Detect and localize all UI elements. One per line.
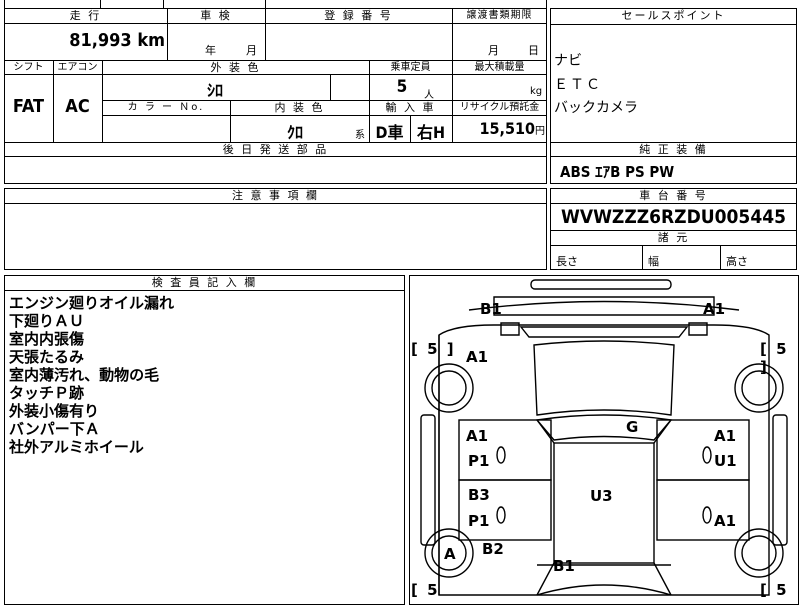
capacity-value: 5	[396, 77, 408, 97]
mark-rear-left-quarter: B2	[482, 540, 504, 558]
left-mirror-icon	[496, 446, 506, 464]
mileage-header: 走 行	[69, 9, 102, 22]
front-bumper-icon	[530, 279, 672, 290]
mark-front-left-door-lower: P1	[468, 452, 490, 470]
inspector-line: バンパー下Ａ	[9, 420, 100, 438]
mark-front-bumper-right: A1	[703, 300, 726, 318]
tire-front-left: [ 5 ]	[411, 340, 456, 358]
mark-front-right-door: A1	[714, 427, 737, 445]
equipment-value: ABS ｴｱB PS PW	[560, 163, 675, 181]
transfer-header: 譲渡書類期限	[466, 10, 533, 21]
interior-color-value: ｸﾛ	[286, 123, 303, 142]
transfer-month-unit: 月	[488, 44, 499, 57]
aircon-header: エアコン	[57, 62, 98, 73]
import-car-steering: 右H	[416, 123, 446, 142]
transfer-day-unit: 日	[528, 44, 539, 57]
max-load-header: 最大積載量	[474, 62, 525, 73]
inspector-line: タッチＰ跡	[9, 384, 85, 402]
front-grille-icon	[493, 296, 715, 316]
hood-icon	[533, 340, 675, 416]
mark-rear-left-wheel: A	[444, 545, 456, 563]
equipment-header: 純 正 装 備	[639, 143, 708, 156]
sales-point-1: ナビ	[554, 53, 582, 69]
chassis-number: WVWZZZ6RZDU005445	[560, 206, 787, 228]
sales-points-header: セールスポイント	[621, 9, 726, 22]
right-mirror-icon	[702, 446, 712, 464]
sales-point-2: ＥＴＣ	[554, 77, 602, 93]
interior-color-suffix: 系	[355, 130, 365, 141]
tire-front-right: [ 5 ]	[760, 340, 789, 376]
inspection-year-unit: 年	[205, 44, 216, 57]
import-car-drive: D車	[375, 123, 404, 142]
inspector-notes: エンジン廻りオイル漏れ 下廻りＡＵ 室内内張傷 天張たるみ 室内薄汚れ、動物の毛…	[9, 294, 174, 456]
mark-windshield: G	[626, 418, 639, 436]
inspector-line: 天張たるみ	[9, 348, 85, 366]
inspector-line: 外装小傷有り	[9, 402, 100, 420]
mileage-value: 81,993 km	[40, 30, 165, 51]
mark-front-left-door: A1	[466, 427, 489, 445]
sales-points-box	[550, 8, 797, 184]
tire-rear-left: [ 5	[411, 581, 440, 599]
inspector-line: 社外アルミホイール	[9, 438, 144, 456]
import-car-header: 輸 入 車	[385, 101, 436, 114]
inspection-month-unit: 月	[246, 44, 257, 57]
mileage-unit: km	[137, 30, 165, 51]
shift-header: シフト	[13, 62, 44, 73]
shift-value: FAT	[12, 96, 45, 117]
mark-front-bumper-left: B1	[480, 300, 502, 318]
hood-front-line	[468, 300, 740, 311]
chassis-header: 車 台 番 号	[639, 189, 708, 202]
max-load-unit: kg	[530, 86, 543, 97]
aircon-value: AC	[65, 96, 90, 117]
color-no-header: カ ラ ー Ｎo.	[127, 102, 205, 113]
recycle-unit: 円	[535, 126, 545, 137]
inspector-line: 室内内張傷	[9, 330, 85, 348]
mark-rear: B1	[553, 557, 575, 575]
sales-point-3: バックカメラ	[554, 100, 638, 116]
dimension-length-label: 長さ	[556, 255, 578, 268]
mark-rear-left-door: B3	[468, 486, 490, 504]
left-sill-icon	[420, 414, 436, 546]
inspector-line: エンジン廻りオイル漏れ	[9, 294, 175, 312]
rear-right-door-icon	[656, 479, 750, 541]
mark-rear-left-door-lower: P1	[468, 512, 490, 530]
capacity-header: 乗車定員	[390, 62, 431, 73]
recycle-header: リサイクル預託金	[459, 102, 540, 113]
mark-rear-right-door-lower: A1	[714, 512, 737, 530]
dimensions-header: 諸 元	[657, 231, 690, 244]
recycle-value: 15,510円	[456, 119, 545, 138]
exterior-color-header: 外 装 色	[210, 61, 261, 74]
tire-rear-right: [ 5	[760, 581, 789, 599]
mark-front-left-fender: A1	[466, 348, 489, 366]
capacity-unit: 人	[424, 90, 434, 101]
inspector-line: 室内薄汚れ、動物の毛	[9, 366, 160, 384]
recycle-amount: 15,510	[479, 119, 535, 138]
interior-color-header: 内 装 色	[274, 101, 325, 114]
inspection-header: 車 検	[200, 9, 232, 22]
notes-header: 注 意 事 項 欄	[232, 189, 319, 202]
right-sill-icon	[772, 414, 788, 546]
dimension-width-label: 幅	[648, 255, 659, 268]
mark-front-right-door-lower: U1	[714, 452, 737, 470]
later-parts-header: 後 日 発 送 部 品	[222, 143, 329, 156]
inspector-header: 検 査 員 記 入 欄	[151, 276, 258, 289]
dimension-height-label: 高さ	[726, 255, 748, 268]
windshield-icon	[535, 414, 673, 441]
exterior-color-value: ｼﾛ	[206, 81, 223, 100]
registration-header: 登 録 番 号	[324, 9, 393, 22]
mileage-number: 81,993	[69, 30, 132, 51]
inspector-line: 下廻りＡＵ	[9, 312, 85, 330]
mark-roof: U3	[590, 487, 613, 505]
